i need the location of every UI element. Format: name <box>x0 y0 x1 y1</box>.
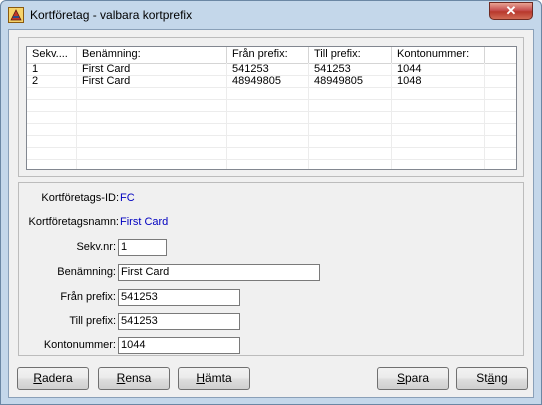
close-button-label-end: ng <box>494 371 508 385</box>
fetch-button[interactable]: Hämta <box>178 367 250 390</box>
cell-account: 1048 <box>397 75 422 87</box>
clear-button[interactable]: Rensa <box>98 367 170 390</box>
close-button[interactable]: Stäng <box>456 367 528 390</box>
column-header-account[interactable]: Kontonummer: <box>392 47 485 63</box>
save-button-mnemonic: S <box>396 371 405 385</box>
column-header-name[interactable]: Benämning: <box>77 47 227 63</box>
list-body: 1 First Card 541253 541253 1044 2 First … <box>27 63 516 87</box>
name-field[interactable]: First Card <box>118 264 320 281</box>
account-label: Kontonummer: <box>43 339 116 351</box>
list-header: Sekv.... Benämning: Från prefix: Till pr… <box>27 47 516 64</box>
dialog-body: Sekv.... Benämning: Från prefix: Till pr… <box>8 29 534 398</box>
clear-button-label: ensa <box>125 371 152 385</box>
table-row[interactable]: 2 First Card 48949805 48949805 1048 <box>27 75 516 87</box>
fetch-button-mnemonic: H <box>196 371 205 385</box>
cell-account: 1044 <box>397 63 422 75</box>
save-button[interactable]: Spara <box>377 367 449 390</box>
from-prefix-field[interactable]: 541253 <box>118 289 240 306</box>
table-row[interactable]: 1 First Card 541253 541253 1044 <box>27 63 516 75</box>
delete-button-label: adera <box>41 371 73 385</box>
company-name-value: First Card <box>120 216 169 228</box>
company-id-value: FC <box>120 192 135 204</box>
seq-field[interactable]: 1 <box>118 239 167 256</box>
column-header-seq[interactable]: Sekv.... <box>27 47 77 63</box>
cell-seq: 2 <box>32 75 39 87</box>
account-field[interactable]: 1044 <box>118 337 240 354</box>
seq-label: Sekv.nr: <box>76 241 116 253</box>
name-label: Benämning: <box>57 266 116 278</box>
delete-button[interactable]: Radera <box>17 367 89 390</box>
column-header-filler <box>485 47 516 63</box>
cell-from-prefix: 48949805 <box>232 75 281 87</box>
app-window: Kortföretag - valbara kortprefix ✕ Sekv.… <box>0 0 542 405</box>
title-bar[interactable]: Kortföretag - valbara kortprefix ✕ <box>1 1 541 29</box>
close-button-label-start: St <box>476 371 488 385</box>
cell-to-prefix: 541253 <box>314 63 351 75</box>
column-header-from-prefix[interactable]: Från prefix: <box>227 47 309 63</box>
card-app-icon <box>8 7 24 23</box>
window-title: Kortföretag - valbara kortprefix <box>30 8 193 22</box>
company-name-label: Kortföretagsnamn: <box>28 216 120 228</box>
fetch-button-label: ämta <box>204 371 232 385</box>
close-window-button[interactable]: ✕ <box>489 2 533 20</box>
from-prefix-label: Från prefix: <box>60 291 116 303</box>
to-prefix-label: Till prefix: <box>69 315 116 327</box>
cell-to-prefix: 48949805 <box>314 75 363 87</box>
details-group: Kortföretags-ID: FC Kortföretagsnamn: Fi… <box>18 182 524 356</box>
to-prefix-field[interactable]: 541253 <box>118 313 240 330</box>
column-header-to-prefix[interactable]: Till prefix: <box>309 47 392 63</box>
prefix-list-group: Sekv.... Benämning: Från prefix: Till pr… <box>18 37 524 177</box>
cell-from-prefix: 541253 <box>232 63 269 75</box>
prefix-list[interactable]: Sekv.... Benämning: Från prefix: Till pr… <box>26 46 517 170</box>
cell-seq: 1 <box>32 63 39 75</box>
save-button-label: para <box>404 371 430 385</box>
cell-name: First Card <box>82 75 131 87</box>
cell-name: First Card <box>82 63 131 75</box>
close-icon: ✕ <box>505 3 517 18</box>
delete-button-mnemonic: R <box>33 371 42 385</box>
clear-button-mnemonic: R <box>116 371 126 385</box>
company-id-label: Kortföretags-ID: <box>41 192 119 204</box>
